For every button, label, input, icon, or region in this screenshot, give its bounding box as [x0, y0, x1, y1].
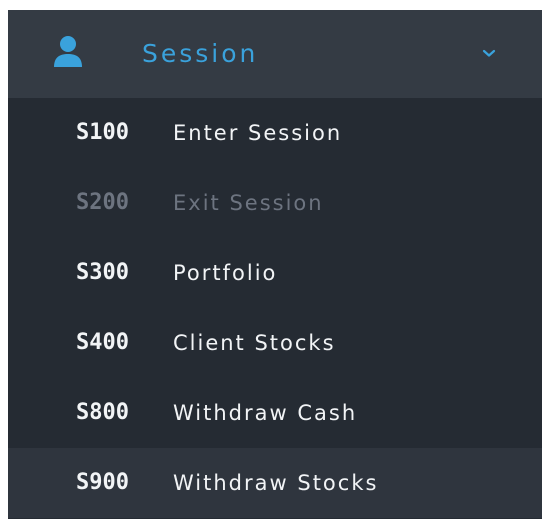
menu-item-code: S100 [76, 120, 129, 145]
menu-item-portfolio[interactable]: S300 Portfolio [8, 238, 542, 308]
session-menu-title: Session [142, 39, 259, 68]
session-menu-header[interactable]: Session [8, 10, 542, 98]
chevron-down-icon[interactable] [482, 48, 496, 58]
menu-item-exit-session: S200 Exit Session [8, 168, 542, 238]
menu-item-code: S400 [76, 330, 129, 355]
menu-item-label: Withdraw Cash [173, 401, 358, 425]
menu-item-code: S900 [76, 470, 129, 495]
menu-item-label: Client Stocks [173, 331, 336, 355]
menu-item-label: Enter Session [173, 121, 343, 145]
menu-item-label: Withdraw Stocks [173, 471, 379, 495]
menu-item-code: S200 [76, 190, 129, 215]
menu-item-withdraw-cash[interactable]: S800 Withdraw Cash [8, 378, 542, 448]
user-icon [54, 36, 82, 67]
menu-item-withdraw-stocks[interactable]: S900 Withdraw Stocks [8, 448, 542, 518]
menu-item-client-stocks[interactable]: S400 Client Stocks [8, 308, 542, 378]
session-submenu: S100 Enter Session S200 Exit Session S30… [8, 98, 542, 518]
menu-item-label: Portfolio [173, 261, 278, 285]
menu-item-label: Exit Session [173, 191, 324, 215]
menu-item-code: S800 [76, 400, 129, 425]
session-menu-panel: Session S100 Enter Session S200 Exit Ses… [8, 10, 542, 519]
menu-item-enter-session[interactable]: S100 Enter Session [8, 98, 542, 168]
menu-item-code: S300 [76, 260, 129, 285]
